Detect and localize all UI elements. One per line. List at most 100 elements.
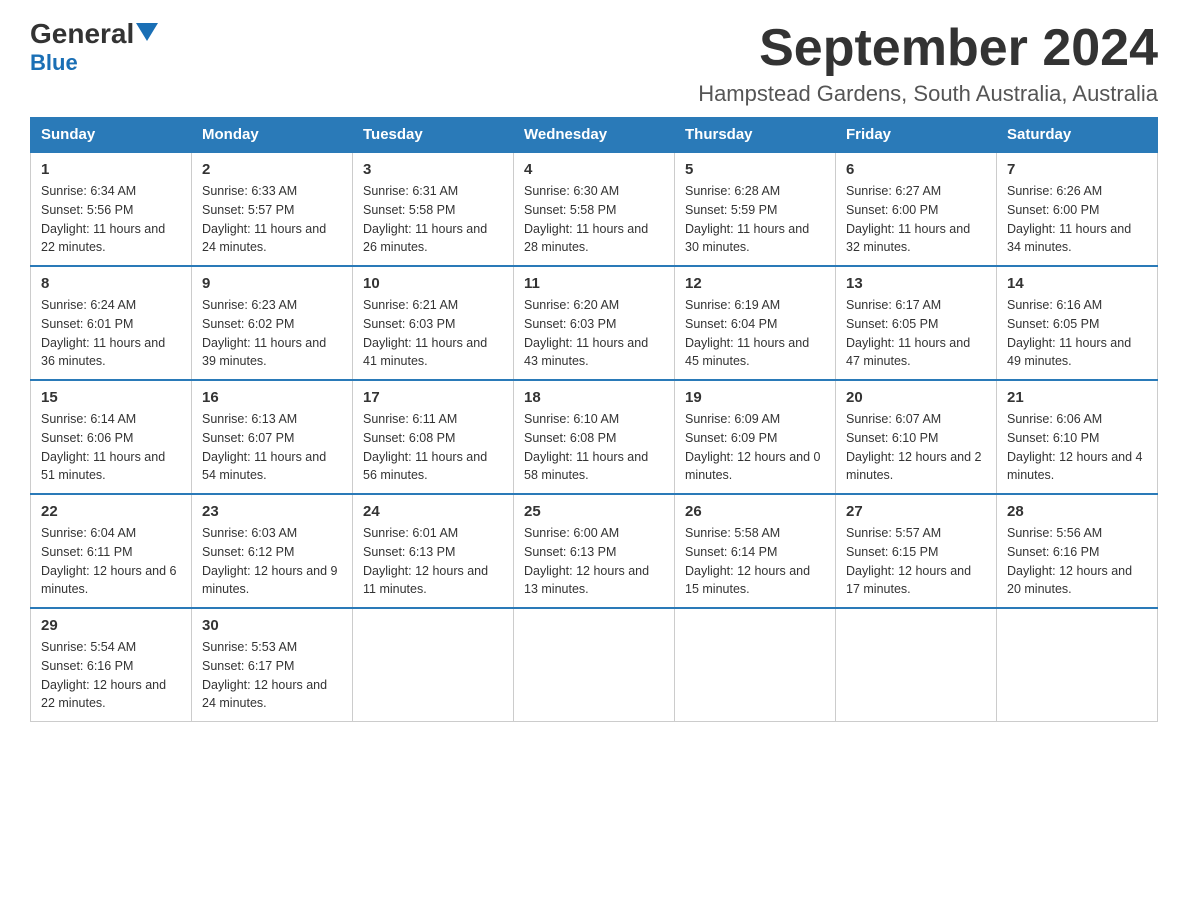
day-info: Sunrise: 5:54 AM Sunset: 6:16 PM Dayligh… [41,638,181,713]
calendar-cell: 5 Sunrise: 6:28 AM Sunset: 5:59 PM Dayli… [675,152,836,266]
calendar-cell: 6 Sunrise: 6:27 AM Sunset: 6:00 PM Dayli… [836,152,997,266]
calendar-cell [836,608,997,722]
day-info: Sunrise: 6:03 AM Sunset: 6:12 PM Dayligh… [202,524,342,599]
calendar-cell: 7 Sunrise: 6:26 AM Sunset: 6:00 PM Dayli… [997,152,1158,266]
day-info: Sunrise: 6:21 AM Sunset: 6:03 PM Dayligh… [363,296,503,371]
col-wednesday: Wednesday [514,118,675,153]
calendar-cell: 9 Sunrise: 6:23 AM Sunset: 6:02 PM Dayli… [192,266,353,380]
calendar-cell: 28 Sunrise: 5:56 AM Sunset: 6:16 PM Dayl… [997,494,1158,608]
day-info: Sunrise: 5:58 AM Sunset: 6:14 PM Dayligh… [685,524,825,599]
day-number: 3 [363,161,503,178]
day-info: Sunrise: 6:26 AM Sunset: 6:00 PM Dayligh… [1007,182,1147,257]
calendar-cell [675,608,836,722]
day-number: 7 [1007,161,1147,178]
day-info: Sunrise: 6:19 AM Sunset: 6:04 PM Dayligh… [685,296,825,371]
calendar-cell: 21 Sunrise: 6:06 AM Sunset: 6:10 PM Dayl… [997,380,1158,494]
page-header: General Blue September 2024 Hampstead Ga… [30,20,1158,107]
day-info: Sunrise: 6:13 AM Sunset: 6:07 PM Dayligh… [202,410,342,485]
day-info: Sunrise: 6:01 AM Sunset: 6:13 PM Dayligh… [363,524,503,599]
calendar-cell: 23 Sunrise: 6:03 AM Sunset: 6:12 PM Dayl… [192,494,353,608]
day-number: 10 [363,275,503,292]
day-number: 12 [685,275,825,292]
day-info: Sunrise: 6:34 AM Sunset: 5:56 PM Dayligh… [41,182,181,257]
col-thursday: Thursday [675,118,836,153]
day-number: 25 [524,503,664,520]
col-sunday: Sunday [31,118,192,153]
week-row-3: 15 Sunrise: 6:14 AM Sunset: 6:06 PM Dayl… [31,380,1158,494]
day-number: 13 [846,275,986,292]
calendar-cell: 4 Sunrise: 6:30 AM Sunset: 5:58 PM Dayli… [514,152,675,266]
day-info: Sunrise: 6:20 AM Sunset: 6:03 PM Dayligh… [524,296,664,371]
day-info: Sunrise: 6:11 AM Sunset: 6:08 PM Dayligh… [363,410,503,485]
col-tuesday: Tuesday [353,118,514,153]
calendar-header-row: Sunday Monday Tuesday Wednesday Thursday… [31,118,1158,153]
calendar-cell: 29 Sunrise: 5:54 AM Sunset: 6:16 PM Dayl… [31,608,192,722]
day-info: Sunrise: 5:53 AM Sunset: 6:17 PM Dayligh… [202,638,342,713]
calendar-cell: 15 Sunrise: 6:14 AM Sunset: 6:06 PM Dayl… [31,380,192,494]
day-number: 19 [685,389,825,406]
day-number: 29 [41,617,181,634]
calendar-cell: 3 Sunrise: 6:31 AM Sunset: 5:58 PM Dayli… [353,152,514,266]
day-info: Sunrise: 6:09 AM Sunset: 6:09 PM Dayligh… [685,410,825,485]
day-number: 23 [202,503,342,520]
day-info: Sunrise: 6:07 AM Sunset: 6:10 PM Dayligh… [846,410,986,485]
day-number: 6 [846,161,986,178]
day-number: 16 [202,389,342,406]
calendar-cell [997,608,1158,722]
calendar-table: Sunday Monday Tuesday Wednesday Thursday… [30,117,1158,722]
day-number: 11 [524,275,664,292]
day-info: Sunrise: 6:14 AM Sunset: 6:06 PM Dayligh… [41,410,181,485]
col-saturday: Saturday [997,118,1158,153]
logo-text-general: General [30,20,134,48]
day-number: 8 [41,275,181,292]
day-number: 20 [846,389,986,406]
week-row-1: 1 Sunrise: 6:34 AM Sunset: 5:56 PM Dayli… [31,152,1158,266]
day-info: Sunrise: 6:33 AM Sunset: 5:57 PM Dayligh… [202,182,342,257]
day-number: 22 [41,503,181,520]
calendar-cell: 8 Sunrise: 6:24 AM Sunset: 6:01 PM Dayli… [31,266,192,380]
calendar-cell: 30 Sunrise: 5:53 AM Sunset: 6:17 PM Dayl… [192,608,353,722]
day-number: 2 [202,161,342,178]
calendar-cell: 22 Sunrise: 6:04 AM Sunset: 6:11 PM Dayl… [31,494,192,608]
day-number: 18 [524,389,664,406]
day-number: 26 [685,503,825,520]
day-number: 14 [1007,275,1147,292]
calendar-cell: 16 Sunrise: 6:13 AM Sunset: 6:07 PM Dayl… [192,380,353,494]
day-info: Sunrise: 5:57 AM Sunset: 6:15 PM Dayligh… [846,524,986,599]
day-info: Sunrise: 6:30 AM Sunset: 5:58 PM Dayligh… [524,182,664,257]
calendar-cell: 19 Sunrise: 6:09 AM Sunset: 6:09 PM Dayl… [675,380,836,494]
calendar-cell: 13 Sunrise: 6:17 AM Sunset: 6:05 PM Dayl… [836,266,997,380]
day-number: 28 [1007,503,1147,520]
logo-text-blue: Blue [30,50,78,76]
day-info: Sunrise: 6:23 AM Sunset: 6:02 PM Dayligh… [202,296,342,371]
day-info: Sunrise: 6:27 AM Sunset: 6:00 PM Dayligh… [846,182,986,257]
day-info: Sunrise: 6:04 AM Sunset: 6:11 PM Dayligh… [41,524,181,599]
calendar-cell: 10 Sunrise: 6:21 AM Sunset: 6:03 PM Dayl… [353,266,514,380]
calendar-cell: 14 Sunrise: 6:16 AM Sunset: 6:05 PM Dayl… [997,266,1158,380]
calendar-cell: 1 Sunrise: 6:34 AM Sunset: 5:56 PM Dayli… [31,152,192,266]
location-subtitle: Hampstead Gardens, South Australia, Aust… [698,81,1158,107]
day-info: Sunrise: 5:56 AM Sunset: 6:16 PM Dayligh… [1007,524,1147,599]
day-info: Sunrise: 6:28 AM Sunset: 5:59 PM Dayligh… [685,182,825,257]
week-row-2: 8 Sunrise: 6:24 AM Sunset: 6:01 PM Dayli… [31,266,1158,380]
day-info: Sunrise: 6:17 AM Sunset: 6:05 PM Dayligh… [846,296,986,371]
week-row-5: 29 Sunrise: 5:54 AM Sunset: 6:16 PM Dayl… [31,608,1158,722]
day-info: Sunrise: 6:16 AM Sunset: 6:05 PM Dayligh… [1007,296,1147,371]
day-number: 30 [202,617,342,634]
day-number: 17 [363,389,503,406]
calendar-cell: 2 Sunrise: 6:33 AM Sunset: 5:57 PM Dayli… [192,152,353,266]
calendar-cell: 24 Sunrise: 6:01 AM Sunset: 6:13 PM Dayl… [353,494,514,608]
day-number: 27 [846,503,986,520]
day-number: 15 [41,389,181,406]
day-number: 21 [1007,389,1147,406]
col-monday: Monday [192,118,353,153]
day-number: 1 [41,161,181,178]
day-info: Sunrise: 6:24 AM Sunset: 6:01 PM Dayligh… [41,296,181,371]
month-title: September 2024 [698,20,1158,77]
logo-arrow-icon [136,23,158,45]
title-area: September 2024 Hampstead Gardens, South … [698,20,1158,107]
day-number: 5 [685,161,825,178]
calendar-cell: 27 Sunrise: 5:57 AM Sunset: 6:15 PM Dayl… [836,494,997,608]
day-number: 24 [363,503,503,520]
day-number: 4 [524,161,664,178]
